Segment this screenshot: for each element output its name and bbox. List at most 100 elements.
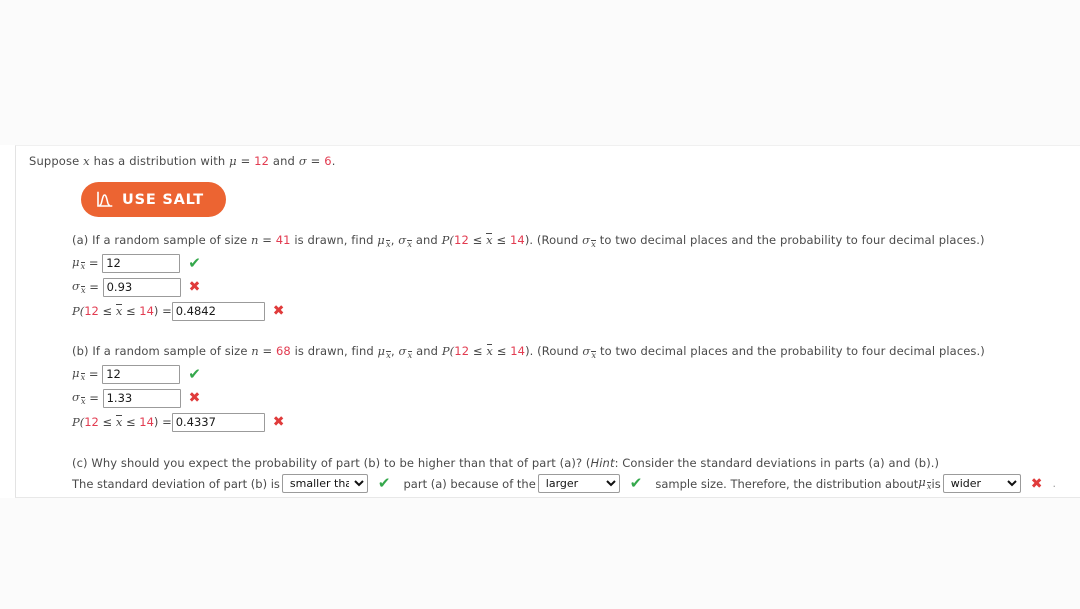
part-b-xbar: x bbox=[486, 343, 493, 358]
part-b-p-hi: 14 bbox=[510, 344, 526, 358]
part-a-prompt-4: to two decimal places and the probabilit… bbox=[596, 233, 985, 247]
part-b-prob-incorrect-icon: ✖ bbox=[272, 414, 285, 431]
part-b-prompt-3: and bbox=[412, 344, 442, 358]
part-a-mu-equals: = bbox=[85, 256, 103, 271]
part-b-eq: = bbox=[258, 344, 277, 358]
part-c-text-d: is bbox=[931, 476, 941, 491]
part-b-sigma-row: σx = ✖ bbox=[72, 388, 985, 409]
part-c-mu-xbar: μx bbox=[918, 475, 932, 492]
and-text: and bbox=[269, 154, 299, 168]
part-a-xbar: x bbox=[486, 232, 493, 247]
part-b-mu-label: μx bbox=[72, 365, 86, 383]
normal-curve-icon bbox=[96, 191, 113, 208]
part-c-text-c: sample size. Therefore, the distribution… bbox=[655, 476, 919, 491]
part-a-mu-input[interactable] bbox=[102, 253, 181, 273]
part-a-sigma-xbar-round: σx bbox=[582, 233, 596, 250]
part-c-distribution-select[interactable]: wider bbox=[942, 474, 1021, 493]
part-b-sigma-xbar-round: σx bbox=[582, 344, 597, 361]
page-root: Suppose x has a distribution with μ = 12… bbox=[0, 0, 1080, 609]
equals-2: = bbox=[306, 154, 325, 168]
part-a-p-open: P( bbox=[441, 233, 455, 247]
part-a-sigma-equals: = bbox=[85, 280, 103, 295]
part-c-trailing-period: . bbox=[1052, 477, 1056, 490]
part-b-le-2: ≤ bbox=[492, 344, 511, 358]
part-b-prob-row: P(12 ≤ x ≤ 14) = ✖ bbox=[72, 412, 985, 433]
part-a-prompt-1: (a) If a random sample of size bbox=[72, 233, 251, 247]
part-c-distribution-incorrect-icon: ✖ bbox=[1030, 475, 1043, 492]
part-a-mu-xbar-inline: μx bbox=[377, 233, 391, 250]
statement-prefix: Suppose bbox=[29, 154, 84, 168]
part-b-prompt-close: ). (Round bbox=[525, 344, 583, 358]
part-b-sigma-label: σx bbox=[72, 389, 86, 407]
part-b-prob-label: P(12 ≤ x ≤ 14) = bbox=[72, 415, 172, 430]
sigma-symbol: σ bbox=[298, 154, 307, 168]
part-b-prompt: (b) If a random sample of size n = 68 is… bbox=[72, 343, 985, 361]
part-b-sample-size: 68 bbox=[276, 344, 291, 358]
part-a-sigma-xbar-inline: σx bbox=[398, 233, 413, 250]
part-b-prompt-4: to two decimal places and the probabilit… bbox=[596, 344, 985, 358]
part-c-text-a: The standard deviation of part (b) is bbox=[72, 476, 280, 491]
part-a-sigma-input[interactable] bbox=[102, 277, 181, 297]
mu-symbol: μ bbox=[229, 154, 237, 168]
part-b-comma: , bbox=[391, 344, 399, 358]
part-a-prob-incorrect-icon: ✖ bbox=[272, 303, 285, 320]
part-c-samplesize-correct-icon: ✔ bbox=[629, 474, 643, 492]
part-c-prompt-b: : Consider the standard deviations in pa… bbox=[614, 456, 940, 470]
equals-1: = bbox=[236, 154, 255, 168]
part-b-sigma-xbar-inline: σx bbox=[398, 344, 413, 361]
part-b-prompt-1: (b) If a random sample of size bbox=[72, 344, 252, 358]
statement-period: . bbox=[331, 154, 336, 168]
problem-statement: Suppose x has a distribution with μ = 12… bbox=[29, 154, 336, 168]
part-b-prompt-2: is drawn, find bbox=[290, 344, 378, 358]
part-a-sigma-label: σx bbox=[72, 278, 86, 296]
part-a-le-1: ≤ bbox=[468, 233, 487, 247]
page-bottom-background bbox=[0, 498, 1080, 609]
part-b-block: (b) If a random sample of size n = 68 is… bbox=[72, 343, 985, 433]
part-a-prob-input[interactable] bbox=[171, 301, 265, 321]
part-a-prob-label: P(12 ≤ x ≤ 14) = bbox=[72, 304, 172, 319]
use-salt-label: USE SALT bbox=[122, 191, 204, 208]
part-a-mu-correct-icon: ✔ bbox=[188, 253, 201, 272]
part-a-prompt-3: and bbox=[412, 233, 442, 247]
part-a-mu-label: μx bbox=[72, 254, 86, 272]
statement-mid: has a distribution with bbox=[89, 154, 230, 168]
part-b-p-open: P( bbox=[441, 344, 455, 358]
part-a-prob-row: P(12 ≤ x ≤ 14) = ✖ bbox=[72, 301, 985, 322]
part-b-sigma-equals: = bbox=[85, 391, 103, 406]
part-c-prompt: (c) Why should you expect the probabilit… bbox=[72, 456, 1056, 470]
part-a-block: (a) If a random sample of size n = 41 is… bbox=[72, 232, 985, 322]
part-b-le-1: ≤ bbox=[469, 344, 487, 358]
part-b-mu-input[interactable] bbox=[102, 364, 181, 384]
part-c-hint-word: Hint bbox=[590, 456, 615, 470]
part-c-text-b: part (a) because of the bbox=[403, 476, 536, 491]
question-content-card: Suppose x has a distribution with μ = 12… bbox=[15, 145, 1080, 498]
part-a-sigma-row: σx = ✖ bbox=[72, 277, 985, 298]
part-c-block: (c) Why should you expect the probabilit… bbox=[72, 456, 1056, 493]
part-b-n-symbol: n bbox=[251, 344, 259, 358]
part-a-prompt-2: is drawn, find bbox=[290, 233, 378, 247]
part-c-comparison-correct-icon: ✔ bbox=[377, 474, 391, 492]
part-a-mu-row: μx = ✔ bbox=[72, 253, 985, 274]
part-b-prob-input[interactable] bbox=[171, 412, 265, 432]
part-b-mu-correct-icon: ✔ bbox=[188, 364, 201, 383]
page-top-background bbox=[0, 0, 1080, 145]
mu-value: 12 bbox=[254, 154, 270, 168]
part-a-prompt-close: ). (Round bbox=[524, 233, 583, 247]
use-salt-button[interactable]: USE SALT bbox=[81, 182, 226, 217]
part-a-prompt: (a) If a random sample of size n = 41 is… bbox=[72, 232, 985, 250]
part-a-eq: = bbox=[258, 233, 276, 247]
part-a-sample-size: 41 bbox=[275, 233, 291, 247]
part-b-p-lo: 12 bbox=[454, 344, 470, 358]
sigma-value: 6 bbox=[324, 154, 332, 168]
part-a-le-2: ≤ bbox=[492, 233, 510, 247]
part-c-samplesize-select[interactable]: larger bbox=[537, 474, 620, 493]
part-b-sigma-incorrect-icon: ✖ bbox=[188, 390, 201, 407]
part-b-sigma-input[interactable] bbox=[102, 388, 181, 408]
part-c-answer-line: The standard deviation of part (b) is sm… bbox=[72, 474, 1056, 493]
part-b-mu-xbar-inline: μx bbox=[377, 344, 392, 361]
part-b-mu-equals: = bbox=[85, 367, 103, 382]
part-c-prompt-a: (c) Why should you expect the probabilit… bbox=[72, 456, 591, 470]
part-a-p-lo: 12 bbox=[454, 233, 469, 247]
part-a-sigma-incorrect-icon: ✖ bbox=[188, 279, 201, 296]
part-c-comparison-select[interactable]: smaller than bbox=[281, 474, 368, 493]
